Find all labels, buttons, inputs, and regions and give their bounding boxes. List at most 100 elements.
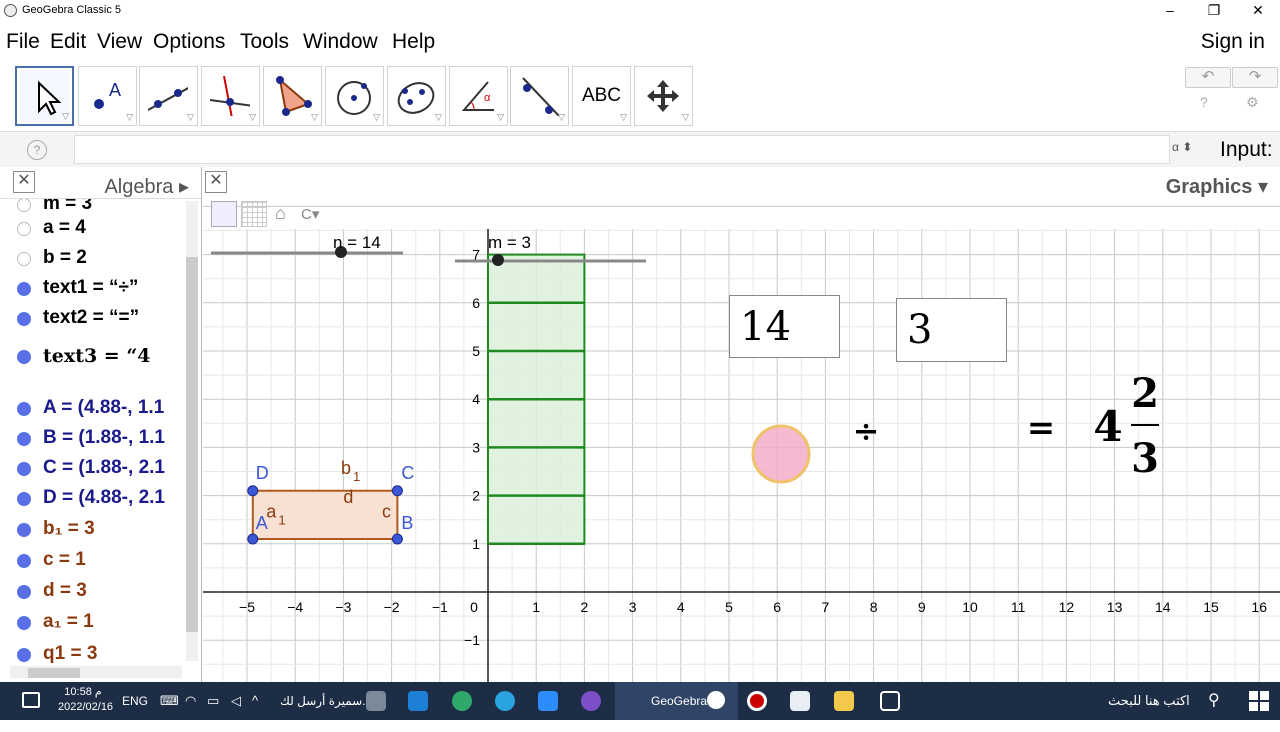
close-algebra-icon[interactable]: ✕ (13, 171, 35, 193)
visibility-on-icon[interactable] (17, 648, 31, 662)
ms-store-icon[interactable] (790, 691, 810, 711)
home-icon[interactable]: ⌂ (275, 203, 286, 229)
minimize-button[interactable]: – (1148, 0, 1192, 22)
windows-start-icon[interactable] (1249, 691, 1269, 711)
algebra-item[interactable]: d = 3 (0, 576, 184, 606)
alpha-symbol-button[interactable]: α ⬍ (1172, 140, 1192, 154)
algebra-item[interactable]: D = (4.88-, 2.1 (0, 483, 184, 513)
help-icon[interactable]: ? (1200, 94, 1208, 110)
menu-file[interactable]: File (6, 30, 40, 54)
algebra-item[interactable]: B = (1.88-, 1.1 (0, 423, 184, 453)
algebra-item[interactable]: C = (1.88-, 2.1 (0, 453, 184, 483)
circle-tool-button[interactable]: ▽ (325, 66, 384, 126)
close-graphics-icon[interactable]: ✕ (205, 171, 227, 193)
algebra-item[interactable]: text3 = “4 (0, 341, 184, 371)
angle-tool-button[interactable]: α ▽ (449, 66, 508, 126)
algebra-item[interactable]: b = 2 (0, 243, 184, 273)
perpendicular-line-tool-button[interactable]: ▽ (201, 66, 260, 126)
algebra-title[interactable]: Algebra ▸ (104, 174, 189, 199)
visibility-on-icon[interactable] (17, 402, 31, 416)
visibility-on-icon[interactable] (17, 350, 31, 364)
notification-icon[interactable] (22, 692, 40, 708)
point-tool-button[interactable]: A ▽ (78, 66, 137, 126)
move-tool-button[interactable]: ▽ (15, 66, 74, 126)
record-icon[interactable] (747, 691, 767, 711)
algebra-item[interactable]: b₁ = 3 (0, 514, 184, 544)
notification-text[interactable]: سميرة أرسل لك... (280, 694, 372, 732)
show-axes-icon[interactable] (211, 201, 237, 227)
visibility-on-icon[interactable] (17, 282, 31, 296)
restore-button[interactable]: ❐ (1192, 0, 1236, 22)
polygon-tool-button[interactable]: ▽ (263, 66, 322, 126)
algebra-hscroll-thumb[interactable] (28, 668, 80, 678)
menu-help[interactable]: Help (392, 30, 435, 54)
circle-icon (337, 81, 371, 115)
visibility-off-icon[interactable] (17, 199, 31, 212)
algebra-item-text: text3 = “4 (43, 345, 151, 367)
search-box[interactable]: اكتب هنا للبحث (1108, 693, 1190, 731)
input-field[interactable] (74, 135, 1170, 164)
sign-in-link[interactable]: Sign in (1201, 30, 1265, 54)
visibility-off-icon[interactable] (17, 222, 31, 236)
redo-button[interactable]: ↷ (1232, 67, 1278, 88)
volume-icon[interactable]: ◁ (231, 693, 241, 731)
graphics-title[interactable]: Graphics ▾ (1166, 174, 1268, 199)
textbox-denominator[interactable]: 3 (896, 298, 1007, 362)
battery-icon[interactable]: ▭ (207, 693, 219, 731)
visibility-on-icon[interactable] (17, 312, 31, 326)
file-explorer-icon[interactable] (834, 691, 854, 711)
cursor-highlight (751, 424, 811, 484)
gear-icon[interactable]: ⚙ (1246, 94, 1259, 111)
reflect-tool-button[interactable]: ▽ (510, 66, 569, 126)
menu-window[interactable]: Window (303, 30, 378, 54)
algebra-item[interactable]: c = 1 (0, 545, 184, 575)
edge-browser-icon[interactable] (452, 691, 472, 711)
x-tick-label: 0 (470, 599, 478, 615)
menu-options[interactable]: Options (153, 30, 225, 54)
search-icon[interactable]: ⚲ (1208, 690, 1220, 728)
algebra-item[interactable]: a₁ = 1 (0, 607, 184, 637)
menu-edit[interactable]: Edit (50, 30, 86, 54)
algebra-item[interactable]: a = 4 (0, 213, 184, 243)
language-indicator[interactable]: ENG (122, 694, 148, 732)
conic-tool-button[interactable]: ▽ (387, 66, 446, 126)
visibility-off-icon[interactable] (17, 252, 31, 266)
store-icon[interactable] (408, 691, 428, 711)
line-tool-button[interactable]: ▽ (139, 66, 198, 126)
algebra-scroll-thumb[interactable] (186, 257, 198, 632)
visibility-on-icon[interactable] (17, 462, 31, 476)
visibility-on-icon[interactable] (17, 432, 31, 446)
move-graphics-view-tool-button[interactable]: ▽ (634, 66, 693, 126)
visibility-on-icon[interactable] (17, 554, 31, 568)
input-help-icon[interactable]: ? (27, 140, 47, 160)
chat-app-icon[interactable] (366, 691, 386, 711)
telegram-icon[interactable] (495, 691, 515, 711)
geogebra-taskbar-button[interactable]: GeoGebra (615, 682, 738, 720)
algebra-item[interactable]: q1 = 3 (0, 639, 184, 665)
algebra-item[interactable]: A = (4.88-, 1.1 (0, 393, 184, 423)
algebra-item[interactable]: text1 = “÷” (0, 273, 184, 303)
clock[interactable]: 10:58 م 2022/02/16 (58, 685, 113, 723)
textbox-numerator[interactable]: 14 (729, 295, 840, 358)
graphics-canvas[interactable]: −5 −4 −3 −2 −1 0 1 2 3 4 5 6 7 8 9 10 11 12 13 14 15 16−11234… (203, 167, 1280, 682)
visibility-on-icon[interactable] (17, 492, 31, 506)
viber-icon[interactable] (581, 691, 601, 711)
visibility-on-icon[interactable] (17, 585, 31, 599)
point-capture-icon[interactable]: C▾ (301, 205, 319, 231)
menu-tools[interactable]: Tools (240, 30, 289, 54)
text-tool-button[interactable]: ABC ▽ (572, 66, 631, 126)
show-grid-icon[interactable] (241, 201, 267, 227)
show-hidden-icons-icon[interactable]: ^ (252, 693, 258, 731)
visibility-on-icon[interactable] (17, 616, 31, 630)
algebra-item[interactable]: text2 = “=” (0, 303, 184, 333)
task-view-icon[interactable] (880, 691, 900, 711)
wifi-icon[interactable]: ◠ (185, 693, 196, 731)
close-window-button[interactable]: ✕ (1236, 0, 1280, 22)
perpendicular-line-icon (210, 76, 250, 116)
graphics-view[interactable]: −5 −4 −3 −2 −1 0 1 2 3 4 5 6 7 8 9 10 11 12 13 14 15 16 −1 1 2 3 4… (203, 167, 1280, 682)
visibility-on-icon[interactable] (17, 523, 31, 537)
menu-view[interactable]: View (97, 30, 142, 54)
keyboard-icon[interactable]: ⌨ (160, 693, 179, 731)
zoom-icon[interactable] (538, 691, 558, 711)
undo-button[interactable]: ↶ (1185, 67, 1231, 88)
